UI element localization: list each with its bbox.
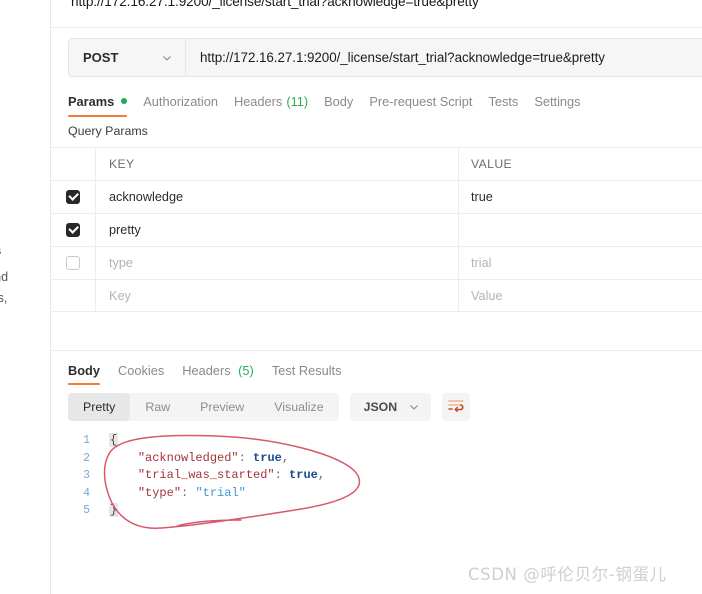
code-line: 1 { [68,432,688,450]
sidebar-clipped-title: ests [0,243,50,258]
line-number: 5 [83,504,90,517]
line-number: 2 [83,451,90,465]
table-row: acknowledge true [51,180,702,213]
row-key[interactable]: type [96,247,459,279]
table-header-row: KEY VALUE [51,147,702,180]
tab-headers-count: (11) [286,93,309,109]
row-checkbox-cell [51,247,96,279]
response-tab-cookies-label: Cookies [118,362,165,378]
row-value[interactable] [459,214,702,246]
query-params-table: KEY VALUE acknowledge true pretty type t… [51,147,702,312]
tab-pre-request-script[interactable]: Pre-request Script [369,94,488,109]
query-params-label: Query Params [68,124,148,138]
format-preview-button[interactable]: Preview [185,393,259,421]
row-key[interactable]: acknowledge [96,181,459,213]
sidebar-clipped-line-1: ts and [0,270,9,284]
format-segmented-control: Pretty Raw Preview Visualize [68,393,339,421]
code-line-text: { [109,433,119,447]
table-row: Key Value [51,279,702,312]
format-raw-button[interactable]: Raw [130,393,185,421]
column-header-key: KEY [96,148,459,180]
code-line-text: "trial_was_started": true, [137,468,326,482]
row-checkbox-cell [51,214,96,246]
http-method-label: POST [83,50,119,65]
row-key[interactable]: pretty [96,214,459,246]
code-line: 5 } [68,502,688,520]
code-line: 4 "type": "trial" [68,485,688,503]
tab-tests-label: Tests [488,93,519,109]
response-tabs: Body Cookies Headers (5) Test Results [68,358,360,385]
row-checkbox-cell [51,280,96,311]
line-number: 1 [83,434,90,447]
main-panel: http://172.16.27.1:9200/_license/start_t… [51,0,702,594]
active-tab-underline [68,114,128,117]
response-language-label: JSON [363,400,398,414]
line-number: 3 [83,469,90,482]
word-wrap-icon [448,398,464,417]
tab-authorization[interactable]: Authorization [143,94,234,109]
row-checkbox[interactable] [66,256,80,270]
response-tab-headers-label: Headers [182,362,231,378]
http-method-selector[interactable]: POST [69,39,186,76]
chevron-down-icon [161,52,173,64]
table-row: pretty [51,213,702,246]
app-root: ests ts and cripts, http://172.16.27.1:9… [0,0,702,594]
line-number: 4 [83,486,90,500]
response-section-divider [51,350,702,351]
code-line-text: } [109,503,119,517]
table-row: type trial [51,246,702,279]
tab-params-label: Params [68,93,115,109]
left-sidebar-clipped: ests ts and cripts, [0,0,51,594]
format-pretty-button[interactable]: Pretty [68,393,131,421]
chevron-down-icon [408,401,420,413]
code-line: 3 "trial_was_started": true, [68,467,688,485]
tab-authorization-label: Authorization [143,93,218,109]
sidebar-clipped-line-2: cripts, [0,291,8,305]
row-key-placeholder[interactable]: Key [96,280,459,311]
tab-params[interactable]: Params [68,93,143,117]
response-body-code-viewer[interactable]: 1 { 2 "acknowledged": true, 3 "trial_was… [68,432,688,532]
row-value[interactable]: trial [459,247,702,279]
response-language-selector[interactable]: JSON [349,393,432,421]
request-url-bar: POST http://172.16.27.1:9200/_license/st… [68,38,702,77]
params-active-dot-icon [121,98,128,104]
tab-headers-label: Headers [233,93,283,109]
response-tab-test-results[interactable]: Test Results [272,363,360,378]
tab-pre-request-script-label: Pre-request Script [369,93,473,109]
response-tab-test-results-label: Test Results [271,362,342,378]
row-checkbox-cell [51,181,96,213]
row-value[interactable]: true [459,181,702,213]
word-wrap-toggle-button[interactable] [442,393,471,421]
tab-settings-label: Settings [534,93,581,109]
tab-tests[interactable]: Tests [488,94,534,109]
column-header-value: VALUE [471,157,513,171]
response-tab-body-label: Body [68,362,100,378]
request-url-input[interactable]: http://172.16.27.1:9200/_license/start_t… [186,39,702,76]
csdn-watermark: CSDN @呼伦贝尔-钢蛋儿 [468,565,667,584]
row-checkbox[interactable] [66,190,80,204]
code-line-text: "type": "trial" [137,485,246,500]
code-line: 2 "acknowledged": true, [68,450,688,468]
tab-headers[interactable]: Headers (11) [234,94,324,109]
code-line-text: "acknowledged": true, [137,450,290,465]
row-checkbox[interactable] [66,223,80,237]
response-format-toolbar: Pretty Raw Preview Visualize JSON [68,393,471,421]
response-tab-cookies[interactable]: Cookies [118,363,182,378]
header-checkbox-cell [51,148,96,180]
tab-settings[interactable]: Settings [534,94,596,109]
response-tab-headers-count: (5) [238,362,254,378]
active-response-tab-underline [68,382,100,385]
tab-body[interactable]: Body [324,94,369,109]
response-tab-headers[interactable]: Headers (5) [182,363,272,378]
request-tabs: Params Authorization Headers (11) Body P… [68,88,597,117]
row-value-placeholder[interactable]: Value [459,280,702,311]
format-visualize-button[interactable]: Visualize [259,393,338,421]
clipped-top-url-text: http://172.16.27.1:9200/_license/start_t… [71,0,479,9]
response-tab-body[interactable]: Body [68,362,118,385]
top-divider [51,27,702,28]
tab-body-label: Body [324,93,354,109]
